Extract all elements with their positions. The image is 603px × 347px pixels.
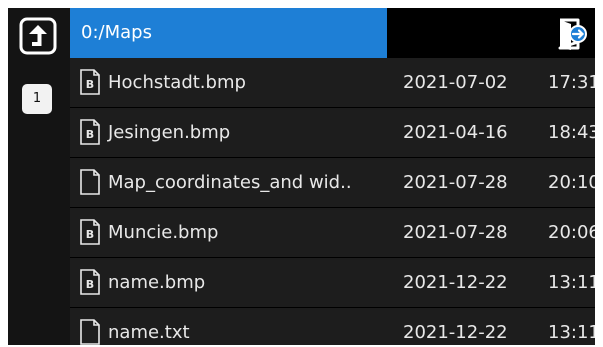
bitmap-file-icon: B (80, 119, 100, 145)
generic-file-icon (80, 169, 100, 195)
exit-door-icon (558, 18, 587, 50)
file-time: 17:31 (548, 72, 595, 93)
svg-text:B: B (86, 228, 94, 241)
bitmap-file-icon: B (80, 219, 100, 245)
file-row[interactable]: B name.bmp 2021-12-22 13:11 (70, 258, 595, 307)
file-name: Muncie.bmp (108, 222, 219, 243)
current-path: 0:/Maps (70, 8, 387, 58)
sidebar: 1 (8, 8, 71, 345)
file-time: 13:11 (548, 322, 595, 343)
page-number-badge[interactable]: 1 (22, 84, 52, 114)
file-date: 2021-04-16 (403, 122, 508, 143)
svg-text:B: B (86, 278, 94, 291)
file-row[interactable]: B Muncie.bmp 2021-07-28 20:06 (70, 208, 595, 257)
file-row[interactable]: B Hochstadt.bmp 2021-07-02 17:31 (70, 58, 595, 107)
file-name: name.bmp (108, 272, 206, 293)
svg-text:B: B (86, 128, 94, 141)
file-date: 2021-07-02 (403, 72, 508, 93)
file-row[interactable]: B Jesingen.bmp 2021-04-16 18:43 (70, 108, 595, 157)
parent-folder-button[interactable] (19, 17, 57, 55)
file-name: Jesingen.bmp (108, 122, 231, 143)
file-time: 20:06 (548, 222, 595, 243)
folder-up-icon (19, 17, 57, 55)
file-date: 2021-12-22 (403, 272, 508, 293)
file-name: Map_coordinates_and wid.. (108, 172, 352, 193)
file-name: name.txt (108, 322, 190, 343)
file-list: B Hochstadt.bmp 2021-07-02 17:31 B Jesin… (70, 58, 595, 345)
exit-button[interactable] (554, 16, 590, 52)
file-date: 2021-07-28 (403, 172, 508, 193)
header: 0:/Maps (70, 8, 595, 58)
bitmap-file-icon: B (80, 69, 100, 95)
file-date: 2021-12-22 (403, 322, 508, 343)
file-browser-screen: 1 0:/Maps B Hochstadt.bmp 2021-07-02 17:… (8, 8, 595, 345)
file-time: 20:10 (548, 172, 595, 193)
bitmap-file-icon: B (80, 269, 100, 295)
svg-text:B: B (86, 78, 94, 91)
file-row[interactable]: Map_coordinates_and wid.. 2021-07-28 20:… (70, 158, 595, 207)
file-name: Hochstadt.bmp (108, 72, 246, 93)
file-time: 18:43 (548, 122, 595, 143)
file-row[interactable]: name.txt 2021-12-22 13:11 (70, 308, 595, 345)
file-time: 13:11 (548, 272, 595, 293)
generic-file-icon (80, 319, 100, 345)
file-date: 2021-07-28 (403, 222, 508, 243)
